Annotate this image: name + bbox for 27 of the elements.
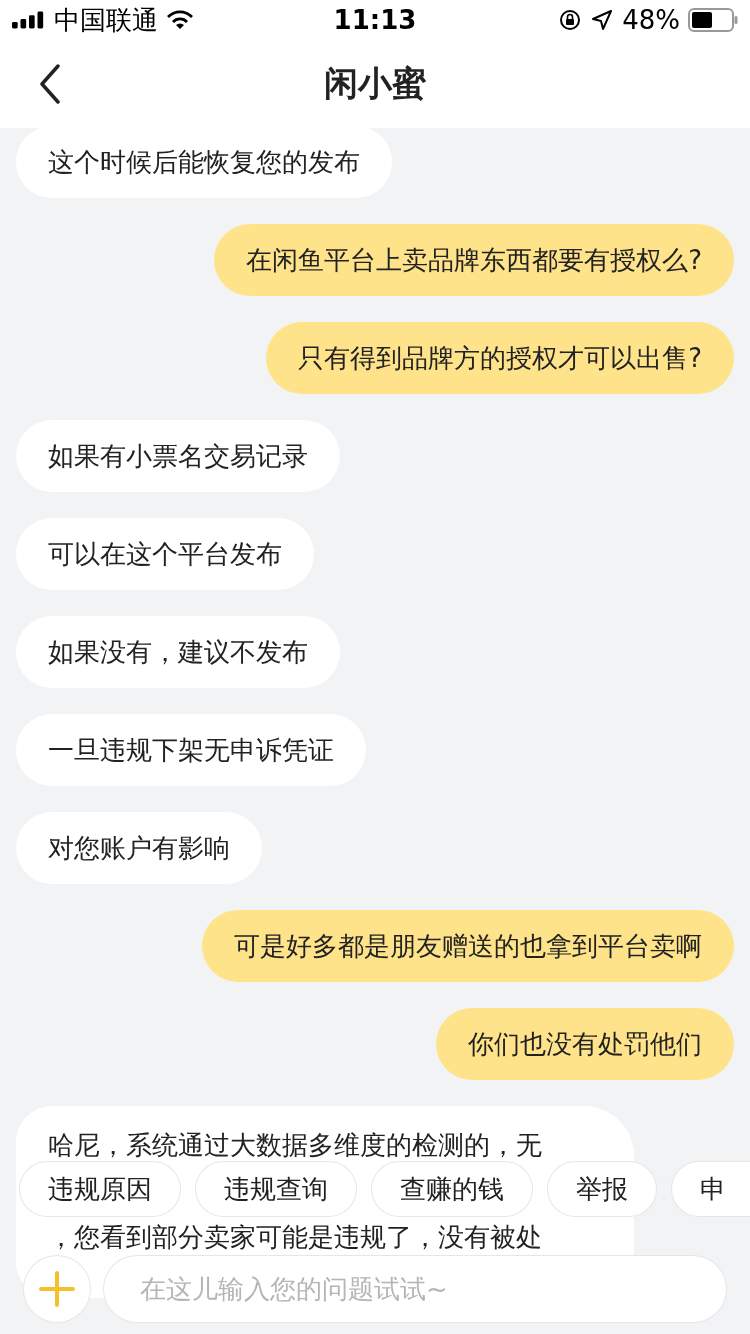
quick-reply-chip[interactable]: 违规查询 — [196, 1162, 356, 1216]
wifi-icon — [166, 10, 194, 30]
sent-message: 可是好多都是朋友赠送的也拿到平台卖啊 — [202, 910, 734, 982]
back-icon[interactable] — [38, 64, 62, 104]
received-message: 如果有小票名交易记录 — [16, 420, 340, 492]
quick-reply-chip[interactable]: 违规原因 — [20, 1162, 180, 1216]
sent-message: 在闲鱼平台上卖品牌东西都要有授权么? — [214, 224, 734, 296]
received-message: 可以在这个平台发布 — [16, 518, 314, 590]
quick-reply-chip[interactable]: 查赚的钱 — [372, 1162, 532, 1216]
carrier-name: 中国联通 — [54, 3, 158, 37]
chat-title: 闲小蜜 — [324, 62, 426, 105]
received-message: 对您账户有影响 — [16, 812, 262, 884]
received-message: 这个时候后能恢复您的发布 — [16, 126, 392, 198]
rotation-lock-icon — [558, 8, 583, 32]
sent-message: 只有得到品牌方的授权才可以出售? — [266, 322, 734, 394]
question-input-field[interactable]: 在这儿输入您的问题试试~ — [104, 1256, 726, 1322]
signal-icon — [12, 11, 46, 29]
location-arrow-icon — [590, 8, 615, 32]
battery-icon — [688, 8, 738, 32]
quick-reply-chip[interactable]: 举报 — [548, 1162, 656, 1216]
received-message: 如果没有，建议不发布 — [16, 616, 340, 688]
quick-reply-chip[interactable]: 申 — [672, 1162, 750, 1216]
plus-icon — [39, 1271, 75, 1307]
battery-percent: 48% — [622, 5, 680, 35]
received-message: 一旦违规下架无申诉凭证 — [16, 714, 366, 786]
status-time: 11:13 — [333, 5, 417, 35]
sent-message: 你们也没有处罚他们 — [436, 1008, 734, 1080]
